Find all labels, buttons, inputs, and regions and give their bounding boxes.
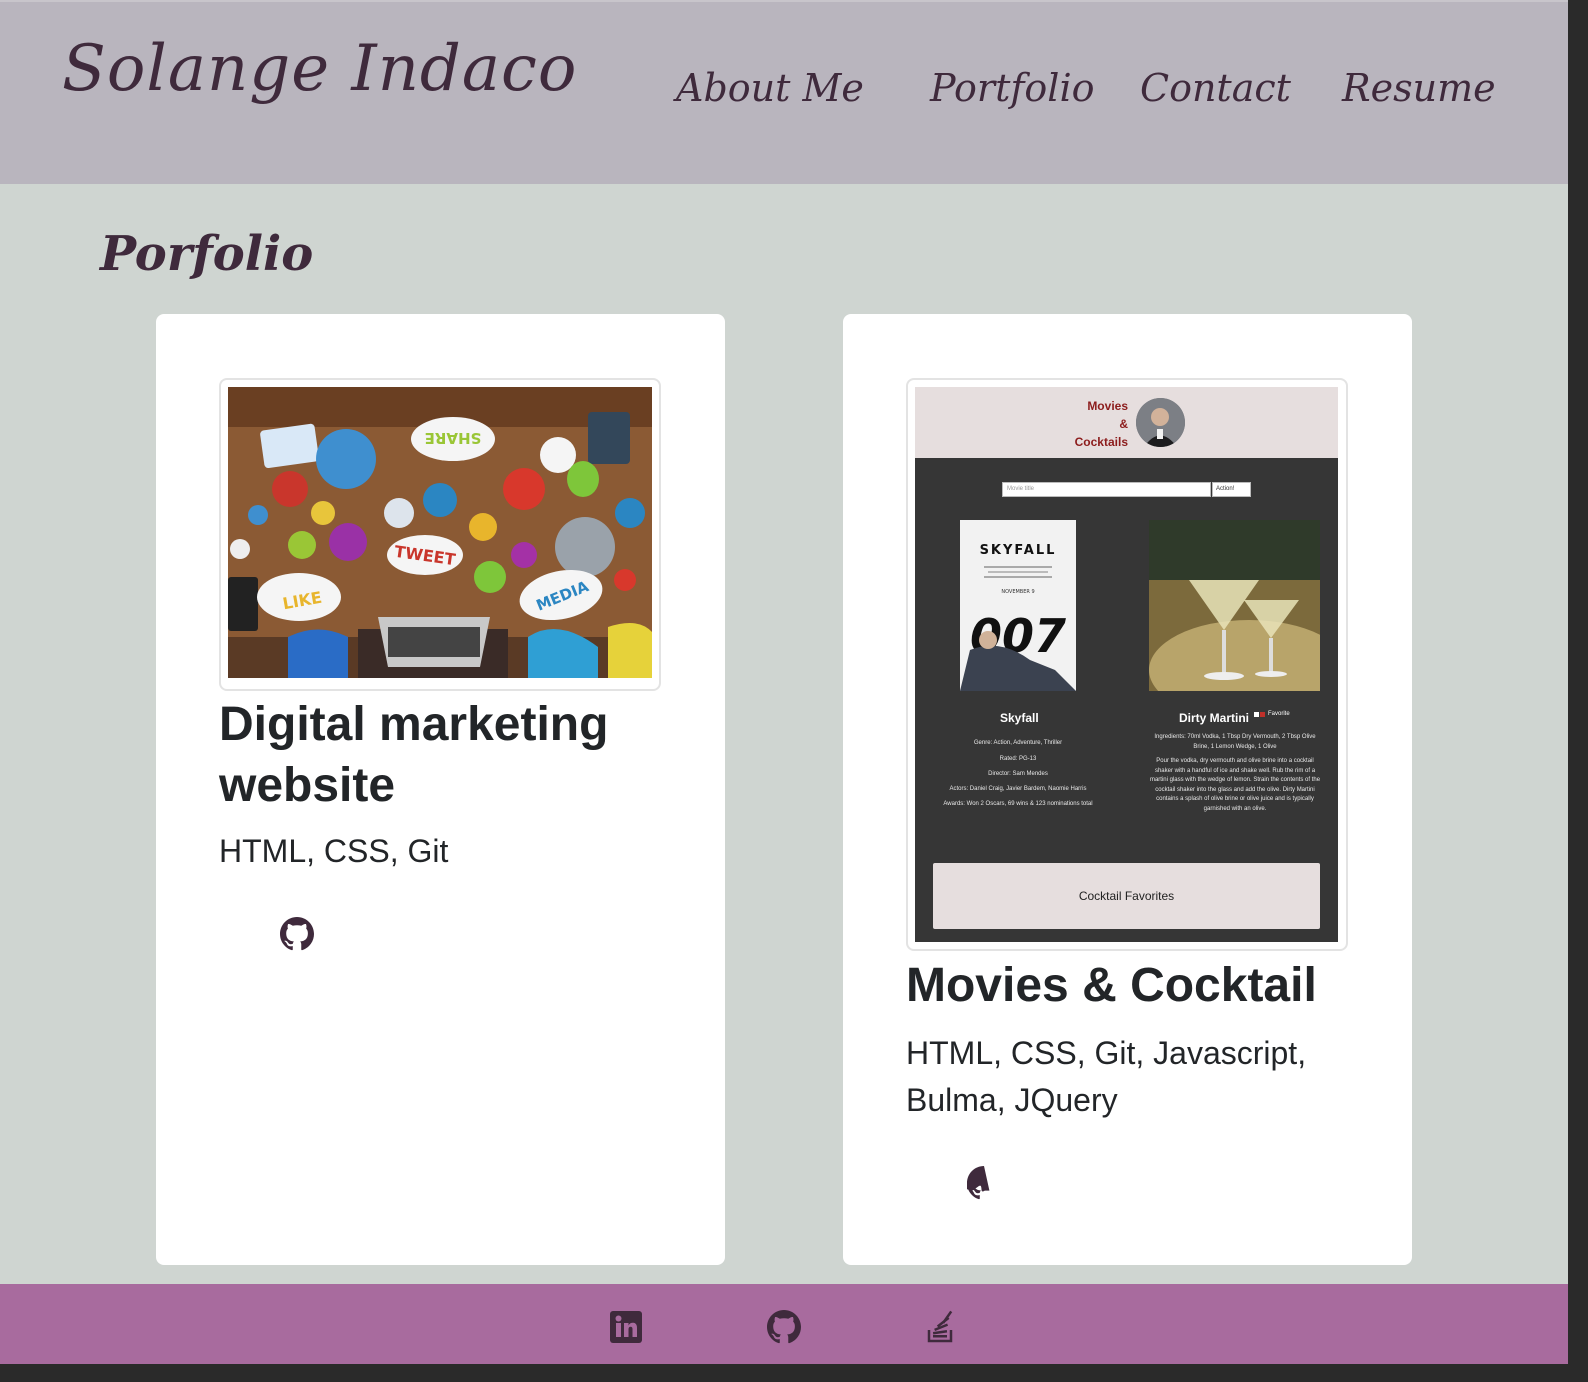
digital-marketing-image: SHARE TWEET LIKE MEDIA (228, 387, 652, 678)
preview-header: Movies & Cocktails (915, 387, 1338, 458)
movie-director: Director: Sam Mendes (988, 771, 1048, 777)
favorite-checkbox (1254, 712, 1259, 717)
movie-name: Skyfall (1000, 711, 1039, 725)
favorite-label: Favorite (1268, 711, 1290, 717)
movie-genre: Genre: Action, Adventure, Thriller (973, 740, 1063, 746)
nav-about-me[interactable]: About Me (676, 66, 864, 110)
site-footer (0, 1284, 1568, 1364)
project-tech: HTML, CSS, Git, Javascript, Bulma, JQuer… (906, 1035, 1307, 1118)
linkedin-icon[interactable] (609, 1310, 643, 1344)
github-icon[interactable] (280, 917, 314, 951)
project-tech: HTML, CSS, Git (219, 833, 449, 869)
share-label: SHARE (425, 429, 482, 447)
martini-photo (1149, 520, 1320, 691)
poster-title: SKYFALL (980, 543, 1057, 558)
github-icon[interactable] (767, 1310, 801, 1344)
page: Solange Indaco About Me Portfolio Contac… (0, 0, 1568, 1364)
nav-resume[interactable]: Resume (1342, 66, 1496, 110)
poster-release: NOVEMBER 9 (1001, 589, 1034, 595)
movie-rated: Rated: PG-13 (999, 756, 1037, 762)
search-button: Action! (1212, 482, 1251, 497)
site-header: Solange Indaco About Me Portfolio Contac… (0, 2, 1568, 184)
skyfall-poster: SKYFALL NOVEMBER 9 007 (960, 520, 1076, 691)
section-title: Porfolio (100, 226, 314, 282)
movie-awards: Awards: Won 2 Oscars, 69 wins & 123 nomi… (943, 801, 1093, 807)
preview-brand: Movies & Cocktails (1075, 397, 1128, 451)
cocktail-favorites-button: Cocktail Favorites (933, 863, 1320, 929)
preview-brand-line: Movies (1087, 399, 1128, 413)
cocktail-name: Dirty Martini (1179, 711, 1250, 725)
movies-cocktails-screenshot: Movies & Cocktails Movie title Action! S… (915, 387, 1338, 942)
movie-actors: Actors: Daniel Craig, Javier Bardem, Nao… (949, 786, 1087, 792)
stackoverflow-icon[interactable] (924, 1310, 958, 1344)
cocktail-ingredients: Ingredients: 70ml Vodka, 1 Tbsp Dry Verm… (1154, 734, 1316, 750)
cocktail-instructions: Pour the vodka, dry vermouth and olive b… (1149, 758, 1321, 812)
github-icon[interactable] (967, 1166, 1001, 1200)
site-brand[interactable]: Solange Indaco (62, 32, 577, 106)
heart-icon (1260, 712, 1265, 717)
project-card-digital-marketing: SHARE TWEET LIKE MEDIA Digital marketing… (156, 314, 725, 1265)
project-thumbnail[interactable]: SHARE TWEET LIKE MEDIA (219, 378, 661, 691)
project-card-movies-cocktail: Movies & Cocktails Movie title Action! S… (843, 314, 1412, 1265)
project-title: Digital marketing website (219, 698, 609, 812)
preview-brand-line: & (1119, 417, 1128, 431)
movie-search-input: Movie title (1002, 482, 1211, 497)
project-title: Movies & Cocktail (906, 959, 1317, 1012)
nav-portfolio[interactable]: Portfolio (930, 66, 1094, 110)
avatar (1136, 398, 1185, 447)
nav-contact[interactable]: Contact (1140, 66, 1291, 110)
project-thumbnail[interactable]: Movies & Cocktails Movie title Action! S… (906, 378, 1348, 951)
preview-brand-line: Cocktails (1074, 435, 1128, 449)
